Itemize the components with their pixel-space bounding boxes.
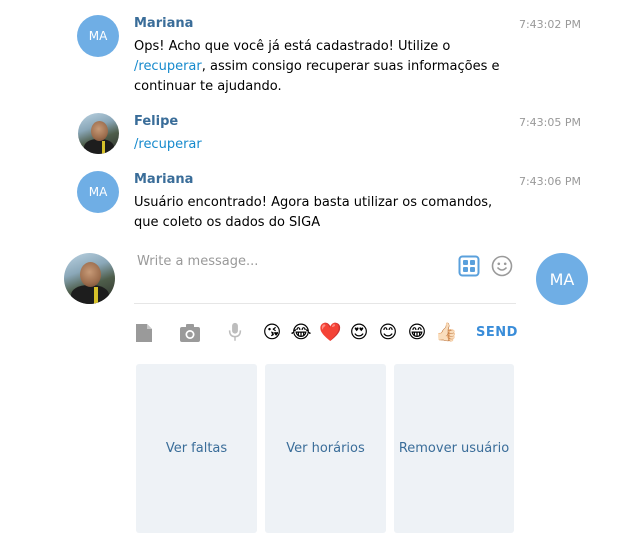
command-link[interactable]: /recuperar	[134, 137, 202, 152]
avatar-shape	[91, 121, 108, 141]
emoji-heart[interactable]: ❤️	[319, 322, 341, 344]
message-2: Felipe 7:43:05 PM /recuperar	[0, 110, 644, 170]
emoji-thumbs-up[interactable]: 👍🏻	[435, 322, 457, 344]
sender-name[interactable]: Mariana	[134, 16, 193, 31]
send-button[interactable]: SEND	[476, 325, 518, 340]
emoji-heart-eyes[interactable]: 😍	[348, 322, 370, 344]
camera-icon[interactable]	[179, 323, 201, 343]
keyboard-button-ver-faltas[interactable]: Ver faltas	[136, 364, 257, 533]
command-link[interactable]: /recuperar	[134, 59, 202, 74]
bot-keyboard-icon[interactable]	[458, 255, 480, 277]
keyboard-button-label: Remover usuário	[398, 441, 510, 456]
avatar[interactable]: MA	[77, 171, 119, 213]
emoji-blush[interactable]: 😊	[377, 322, 399, 344]
microphone-icon[interactable]	[225, 322, 245, 342]
avatar-shape	[80, 262, 101, 287]
bot-avatar[interactable]: MA	[536, 253, 588, 305]
message-input[interactable]: Write a message...	[137, 254, 258, 269]
keyboard-button-label: Ver faltas	[165, 441, 228, 456]
avatar-initials: MA	[88, 29, 108, 43]
keyboard-button-ver-horarios[interactable]: Ver horários	[265, 364, 386, 533]
emoji-grin[interactable]: 😁	[406, 322, 428, 344]
avatar[interactable]	[78, 113, 119, 154]
composer-divider	[134, 303, 516, 304]
avatar-shape	[102, 141, 105, 154]
avatar-shape	[84, 139, 114, 154]
message-time: 7:43:06 PM	[518, 175, 581, 188]
emoji-joy[interactable]: 😂	[290, 322, 312, 344]
message-time: 7:43:02 PM	[518, 18, 581, 31]
sender-name[interactable]: Felipe	[134, 114, 178, 129]
message-text: Usuário encontrado! Agora basta utilizar…	[134, 195, 493, 230]
message-3: MA Mariana 7:43:06 PM Usuário encontrado…	[0, 170, 644, 240]
message-text-part: Ops! Acho que você já está cadastrado! U…	[134, 39, 451, 54]
avatar-shape	[94, 287, 98, 304]
attach-file-icon[interactable]	[134, 323, 154, 343]
message-text: /recuperar	[134, 135, 514, 155]
avatar[interactable]: MA	[77, 15, 119, 57]
self-avatar[interactable]	[64, 253, 115, 304]
sender-name[interactable]: Mariana	[134, 172, 193, 187]
message-time: 7:43:05 PM	[518, 116, 581, 129]
keyboard-button-label: Ver horários	[286, 441, 365, 456]
emoji-icon[interactable]	[491, 255, 513, 277]
avatar-initials: MA	[88, 185, 108, 199]
keyboard-button-remover-usuario[interactable]: Remover usuário	[394, 364, 514, 533]
emoji-kiss[interactable]: 😘	[261, 322, 283, 344]
avatar-initials: MA	[549, 269, 575, 289]
avatar-shape	[71, 285, 109, 304]
message-text: Ops! Acho que você já está cadastrado! U…	[134, 37, 514, 97]
message-1: MA Mariana 7:43:02 PM Ops! Acho que você…	[0, 0, 644, 110]
